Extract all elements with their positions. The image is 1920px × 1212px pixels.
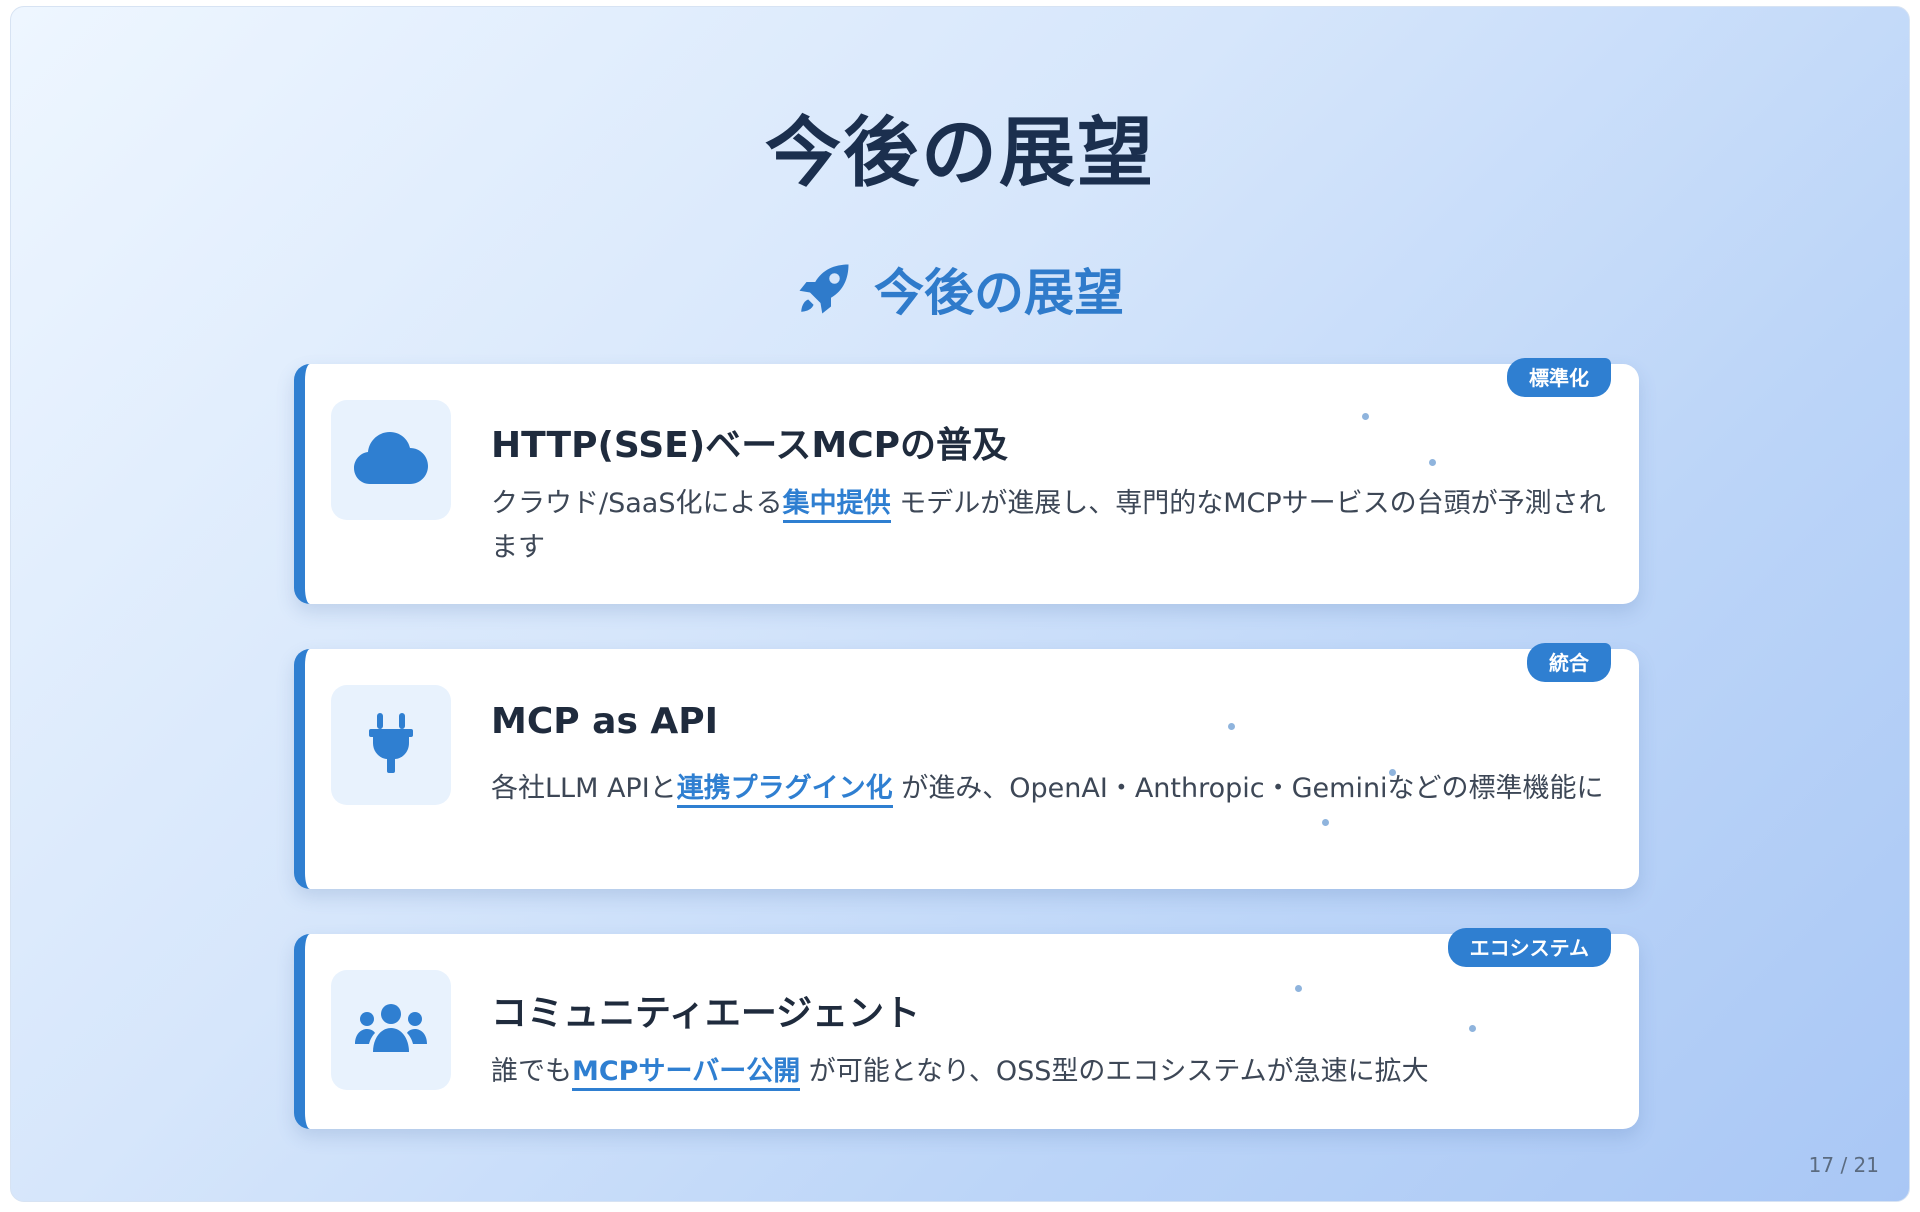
decorative-dot (1429, 459, 1436, 466)
desc-text: 誰でも (491, 1056, 572, 1087)
desc-text: が進み、OpenAI・Anthropic・Geminiなどの標準機能に (892, 773, 1604, 804)
badge-ecosystem: エコシステム (1447, 928, 1611, 967)
page-number: 17 / 21 (1808, 1153, 1879, 1177)
decorative-dot (1295, 985, 1302, 992)
card-description: 各社LLM APIと連携プラグイン化 が進み、OpenAI・Anthropic・… (491, 767, 1611, 811)
highlight-text: 集中提供 (782, 488, 891, 523)
cloud-icon (352, 430, 430, 490)
highlight-text: 連携プラグイン化 (676, 773, 893, 808)
slide: 今後の展望 今後の展望 標準化 HTTP(SSE)ベースMCPの普及 クラウド/… (10, 6, 1910, 1202)
badge-standardization: 標準化 (1507, 358, 1611, 397)
section-heading: 今後の展望 (11, 253, 1909, 325)
decorative-dot (1228, 723, 1235, 730)
card-title: MCP as API (491, 701, 719, 742)
highlight-text: MCPサーバー公開 (572, 1056, 801, 1091)
card-description: クラウド/SaaS化による集中提供 モデルが進展し、専門的なMCPサービスの台頭… (491, 482, 1611, 570)
decorative-dot (1469, 1025, 1476, 1032)
plug-icon (367, 711, 415, 779)
rocket-icon (796, 261, 852, 317)
card-description: 誰でもMCPサーバー公開 が可能となり、OSS型のエコシステムが急速に拡大 (491, 1050, 1611, 1094)
icon-box (331, 685, 451, 805)
icon-box (331, 400, 451, 520)
card-http-sse: 標準化 HTTP(SSE)ベースMCPの普及 クラウド/SaaS化による集中提供… (294, 358, 1639, 604)
badge-integration: 統合 (1527, 643, 1611, 682)
card-title: HTTP(SSE)ベースMCPの普及 (491, 425, 1009, 466)
decorative-dot (1322, 819, 1329, 826)
desc-text: 各社LLM APIと (491, 773, 677, 804)
users-icon (353, 1002, 429, 1058)
page-title: 今後の展望 (765, 108, 1155, 197)
desc-text: が可能となり、OSS型のエコシステムが急速に拡大 (800, 1056, 1429, 1087)
card-mcp-as-api: 統合 MCP as API 各社LLM APIと連携プラグイン化 が進み、Ope… (294, 643, 1639, 889)
section-title: 今後の展望 (874, 264, 1124, 322)
decorative-dot (1389, 769, 1396, 776)
decorative-dot (1362, 413, 1369, 420)
card-community-agent: エコシステム コミュニティエージェント 誰でもMCPサーバー公開 が可能となり、… (294, 928, 1639, 1129)
card-title: コミュニティエージェント (491, 993, 921, 1034)
desc-text: クラウド/SaaS化による (491, 488, 783, 519)
icon-box (331, 970, 451, 1090)
